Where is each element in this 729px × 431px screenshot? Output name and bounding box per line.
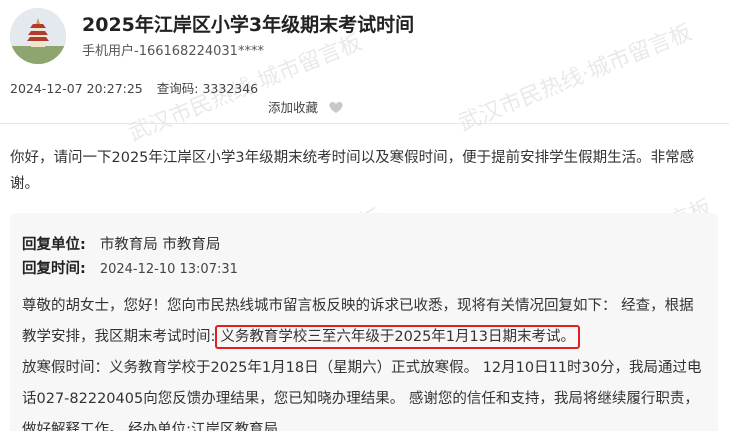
reply-unit-value: 市教育局 市教育局 — [99, 237, 221, 253]
author-name: 手机用户-166168224031**** — [82, 44, 264, 59]
add-favorite-label: 添加收藏 — [268, 100, 319, 115]
reply-body-part2: 放寒假时间：义务教育学校于2025年1月18日（星期六）正式放寒假。 12月10… — [22, 360, 702, 431]
page: 武汉市民热线·城市留言板 武汉市民热线·城市留言板 武汉市民热线·城市留言板 武… — [0, 0, 729, 431]
meta-row: 2024-12-07 20:27:25 查询码: 3332346 — [10, 78, 258, 97]
query-code: 3332346 — [202, 81, 259, 96]
post-header: 2025年江岸区小学3年级期末考试时间 手机用户-166168224031***… — [0, 0, 729, 70]
page-title: 2025年江岸区小学3年级期末考试时间 — [82, 14, 415, 36]
exam-date-highlight: 义务教育学校三至六年级于2025年1月13日期末考试。 — [215, 325, 580, 349]
heart-icon[interactable] — [328, 99, 344, 115]
query-code-label: 查询码: — [156, 81, 199, 96]
question-text: 你好，请问一下2025年江岸区小学3年级期末统考时间以及寒假时间，便于提前安排学… — [10, 150, 695, 192]
pagoda-icon — [10, 8, 66, 64]
divider — [0, 123, 729, 124]
reply-unit-label: 回复单位: — [22, 237, 86, 253]
reply-time-row: 回复时间: 2024-12-10 13:07:31 — [22, 257, 238, 278]
reply-time-label: 回复时间: — [22, 261, 86, 277]
reply-box: 回复单位: 市教育局 市教育局 回复时间: 2024-12-10 13:07:31 … — [10, 213, 718, 431]
reply-time-value: 2024-12-10 13:07:31 — [99, 262, 238, 277]
reply-body: 尊敬的胡女士，您好！您向市民热线城市留言板反映的诉求已收悉，现将有关情况回复如下… — [22, 291, 708, 431]
post-datetime: 2024-12-07 20:27:25 — [10, 81, 143, 96]
add-favorite-button[interactable]: 添加收藏 — [268, 97, 344, 116]
avatar — [10, 8, 66, 64]
reply-unit-row: 回复单位: 市教育局 市教育局 — [22, 233, 220, 254]
